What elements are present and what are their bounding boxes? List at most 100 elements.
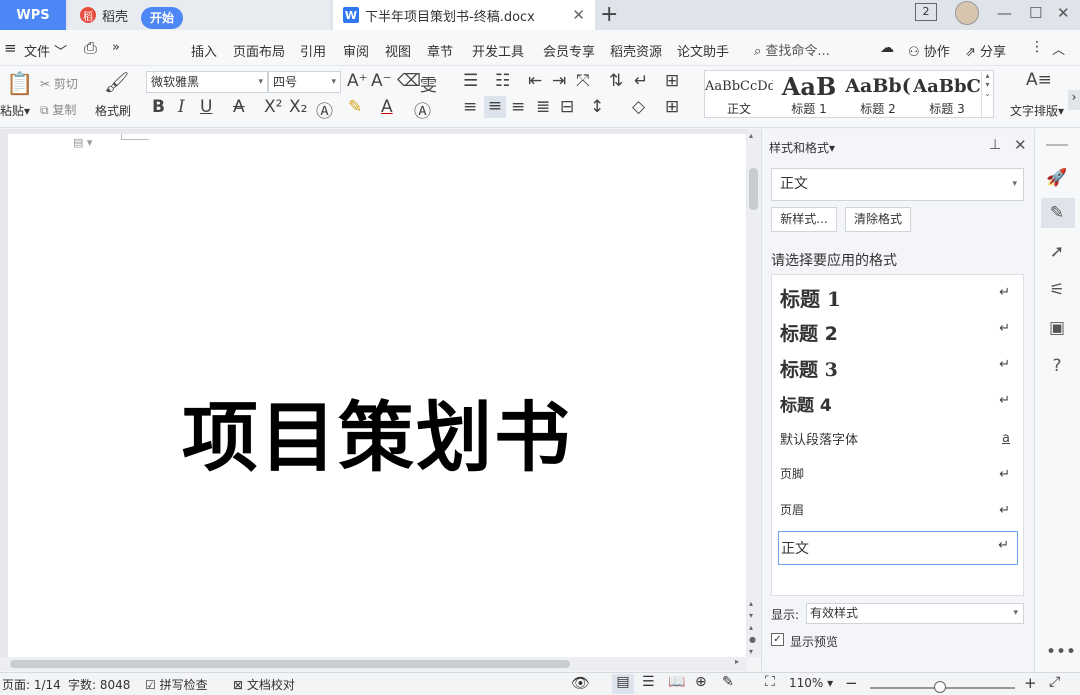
settings-sliders-icon[interactable]: ⚟ xyxy=(1046,280,1068,300)
menu-member[interactable]: 会员专享 xyxy=(543,41,595,60)
vertical-scroll-thumb[interactable] xyxy=(749,168,758,210)
sort-icon[interactable]: ⇅ xyxy=(609,71,623,91)
text-layout-button[interactable]: 文字排版▾ xyxy=(1010,102,1064,119)
paste-icon[interactable]: 📋 xyxy=(6,72,33,97)
collaborate-button[interactable]: ⚇ 协作 xyxy=(908,41,950,60)
collapse-ribbon-icon[interactable]: ︿ xyxy=(1052,39,1065,58)
bullet-list-icon[interactable]: ☰ xyxy=(463,71,478,91)
menu-insert[interactable]: 插入 xyxy=(191,41,217,60)
cloud-sync-icon[interactable]: ☁ xyxy=(880,40,894,56)
list-item[interactable]: 默认段落字体 a xyxy=(778,425,1018,459)
list-item[interactable]: 页脚 ↵ xyxy=(778,461,1018,495)
fit-page-icon[interactable]: ⛶ xyxy=(765,674,775,690)
new-style-button[interactable]: 新样式... xyxy=(771,207,837,232)
text-direction-icon[interactable]: ⤧ xyxy=(576,71,590,91)
eye-protection-icon[interactable]: 👁 xyxy=(571,674,590,692)
window-count-badge[interactable]: 2 xyxy=(915,3,937,21)
display-filter-select[interactable]: 有效样式 ▾ xyxy=(806,603,1024,624)
tab-stops-icon[interactable]: ⊞ xyxy=(665,71,679,91)
strikethrough-icon[interactable]: A xyxy=(233,97,245,117)
minimize-icon[interactable]: — xyxy=(997,4,1012,22)
menu-start[interactable]: 开始 xyxy=(141,7,183,29)
save-icon[interactable]: ⎙ xyxy=(84,38,97,58)
annotate-icon[interactable]: ✎ xyxy=(722,674,734,690)
show-marks-icon[interactable]: ↵ xyxy=(634,71,648,91)
decrease-indent-icon[interactable]: ⇤ xyxy=(528,71,542,91)
more-chevron-icon[interactable]: » xyxy=(112,40,120,55)
show-preview-checkbox[interactable]: ✓ xyxy=(771,633,784,646)
menu-review[interactable]: 审阅 xyxy=(343,41,369,60)
horizontal-scroll-thumb[interactable] xyxy=(10,660,570,668)
char-shading-icon[interactable]: Ⓐ xyxy=(414,97,431,122)
hamburger-menu-icon[interactable]: ≡ xyxy=(4,39,17,57)
web-view-icon[interactable]: ⊕ xyxy=(695,674,707,690)
rocket-icon[interactable]: 🚀 xyxy=(1046,168,1068,188)
menu-developer[interactable]: 开发工具 xyxy=(472,41,524,60)
pinyin-guide-icon[interactable]: 雯 xyxy=(420,71,437,96)
share-button[interactable]: ⇗ 分享 xyxy=(965,41,1006,60)
clear-format-button[interactable]: 清除格式 xyxy=(845,207,911,232)
zoom-slider-knob[interactable] xyxy=(933,681,946,693)
font-name-select[interactable]: 微软雅黑 ▾ xyxy=(146,71,268,93)
close-window-icon[interactable]: ✕ xyxy=(1057,4,1070,22)
word-count[interactable]: 字数: 8048 xyxy=(68,676,130,693)
menu-daoke-resources[interactable]: 稻壳资源 xyxy=(610,41,662,60)
list-item[interactable]: 标题 4 ↵ xyxy=(778,387,1018,421)
maximize-icon[interactable]: ☐ xyxy=(1029,4,1042,22)
menu-reference[interactable]: 引用 xyxy=(300,41,326,60)
copy-button[interactable]: ⧉ 复制 xyxy=(40,101,76,118)
pin-panel-icon[interactable]: ⊥ xyxy=(989,137,1001,153)
page-nav-icons[interactable]: ▴ ▾ ▴ ● ▾ xyxy=(749,598,756,658)
zoom-out-icon[interactable]: − xyxy=(845,674,858,692)
search-command[interactable]: ⌕ 查找命令... xyxy=(754,40,830,59)
borders-icon[interactable]: ⊞ xyxy=(665,97,679,117)
ribbon-scroll-right-icon[interactable]: › xyxy=(1068,90,1080,110)
menu-thesis-assistant[interactable]: 论文助手 xyxy=(677,41,729,60)
tab-document[interactable]: W 下半年项目策划书-终稿.docx ✕ xyxy=(333,0,595,30)
distribute-icon[interactable]: ⊟ xyxy=(560,97,574,117)
style-heading-2[interactable]: AaBb( 标题 2 xyxy=(844,71,912,119)
new-tab-button[interactable]: + xyxy=(600,2,618,27)
list-item[interactable]: 标题 2 ↵ xyxy=(778,315,1018,349)
reading-view-icon[interactable]: 📖 xyxy=(668,674,685,690)
more-options-icon[interactable]: ⋮ xyxy=(1030,39,1044,55)
paste-button[interactable]: 粘贴▾ xyxy=(0,102,30,119)
outline-view-icon[interactable]: ☰ xyxy=(642,674,655,690)
fullscreen-icon[interactable]: ⤢ xyxy=(1049,674,1060,690)
document-title[interactable]: 项目策划书 xyxy=(8,376,746,486)
style-heading-1[interactable]: AaB 标题 1 xyxy=(775,71,843,119)
menu-page-layout[interactable]: 页面布局 xyxy=(233,41,285,60)
list-item[interactable]: 标题 3 ↵ xyxy=(778,351,1018,385)
page-indicator[interactable]: 页面: 1/14 xyxy=(2,676,61,693)
numbered-list-icon[interactable]: ☷ xyxy=(495,71,510,91)
grow-font-icon[interactable]: A⁺ xyxy=(347,71,368,91)
scroll-up-icon[interactable]: ▴ xyxy=(749,131,753,140)
user-avatar[interactable] xyxy=(955,1,979,25)
more-dots-icon[interactable]: ••• xyxy=(1046,642,1076,662)
style-heading-3[interactable]: AaBbC 标题 3 xyxy=(913,71,981,119)
tab-daoke[interactable]: 稻 稻壳 xyxy=(68,0,330,30)
cut-button[interactable]: ✂ 剪切 xyxy=(40,75,78,92)
underline-icon[interactable]: U xyxy=(200,97,212,117)
styles-panel-title[interactable]: 样式和格式▾ xyxy=(769,139,835,156)
shading-icon[interactable]: ◇ xyxy=(632,97,645,117)
align-left-icon[interactable]: ≡ xyxy=(463,97,477,117)
close-tab-icon[interactable]: ✕ xyxy=(572,6,585,24)
shrink-font-icon[interactable]: A⁻ xyxy=(371,71,392,91)
style-gallery-scroll[interactable]: ▴ ▾ ⌄ xyxy=(981,71,993,119)
list-item[interactable]: 页眉 ↵ xyxy=(778,497,1018,531)
italic-icon[interactable]: I xyxy=(178,97,185,117)
bold-icon[interactable]: B xyxy=(152,97,165,117)
zoom-level[interactable]: 110% ▾ xyxy=(789,676,833,690)
pen-icon[interactable]: ✎ xyxy=(1046,203,1068,223)
spell-check-button[interactable]: ☑ 拼写检查 xyxy=(145,676,208,693)
align-right-icon[interactable]: ≡ xyxy=(511,97,525,117)
menu-chapter[interactable]: 章节 xyxy=(427,41,453,60)
clear-format-icon[interactable]: ⌫ xyxy=(397,71,421,91)
document-page[interactable]: ▤ ▾ 项目策划书 xyxy=(8,134,746,657)
doc-proof-button[interactable]: ⊠ 文档校对 xyxy=(233,676,295,693)
help-icon[interactable]: ? xyxy=(1046,356,1068,376)
text-effect-icon[interactable]: Ⓐ xyxy=(316,97,333,122)
line-spacing-icon[interactable]: ↕ xyxy=(590,97,604,117)
format-painter-icon[interactable]: 🖌 xyxy=(104,70,129,94)
